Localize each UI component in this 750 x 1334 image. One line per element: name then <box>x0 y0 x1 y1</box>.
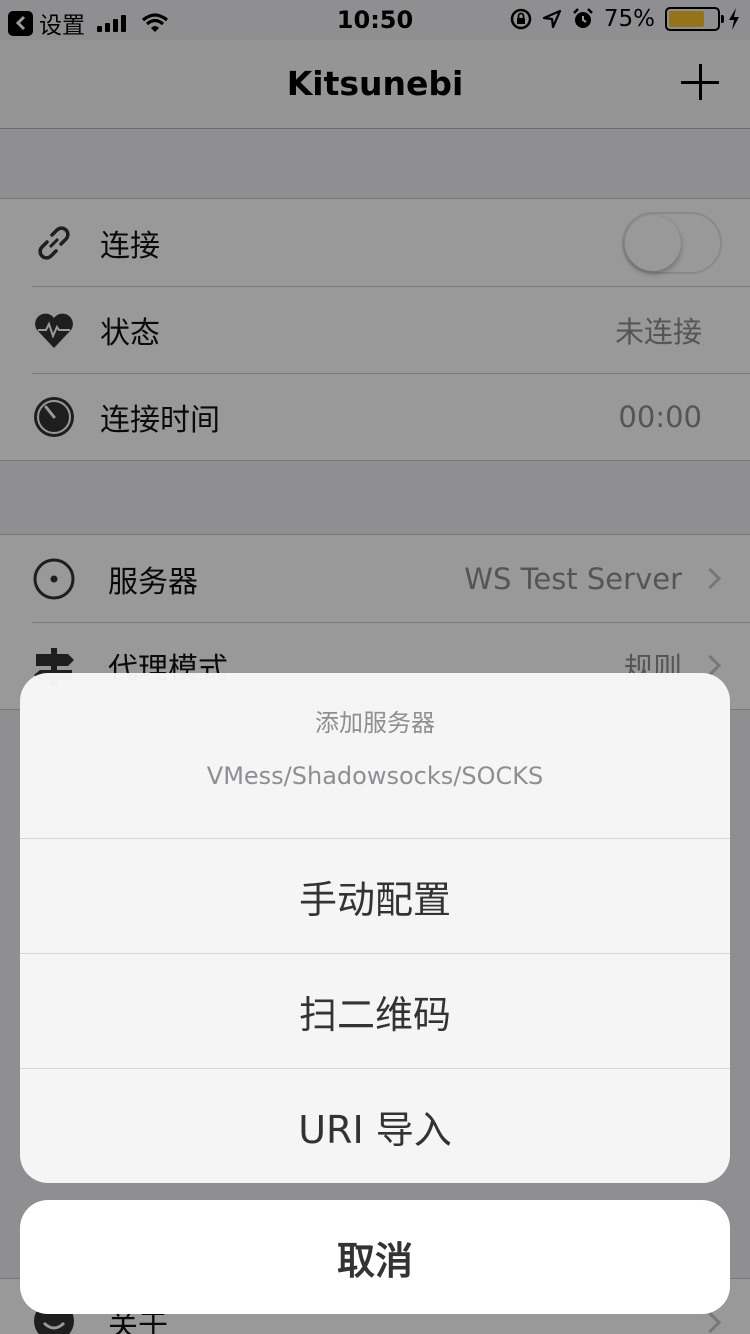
manual-config-button[interactable]: 手动配置 <box>20 839 730 954</box>
action-sheet-title: 添加服务器 <box>315 709 435 737</box>
action-sheet-header: 添加服务器 VMess/Shadowsocks/SOCKS <box>20 673 730 839</box>
action-sheet-message: VMess/Shadowsocks/SOCKS <box>206 762 544 790</box>
scan-qr-button[interactable]: 扫二维码 <box>20 954 730 1069</box>
add-server-action-sheet: 添加服务器 VMess/Shadowsocks/SOCKS 手动配置 扫二维码 … <box>20 673 730 1183</box>
cancel-button[interactable]: 取消 <box>20 1200 730 1314</box>
uri-import-button[interactable]: URI 导入 <box>20 1069 730 1183</box>
